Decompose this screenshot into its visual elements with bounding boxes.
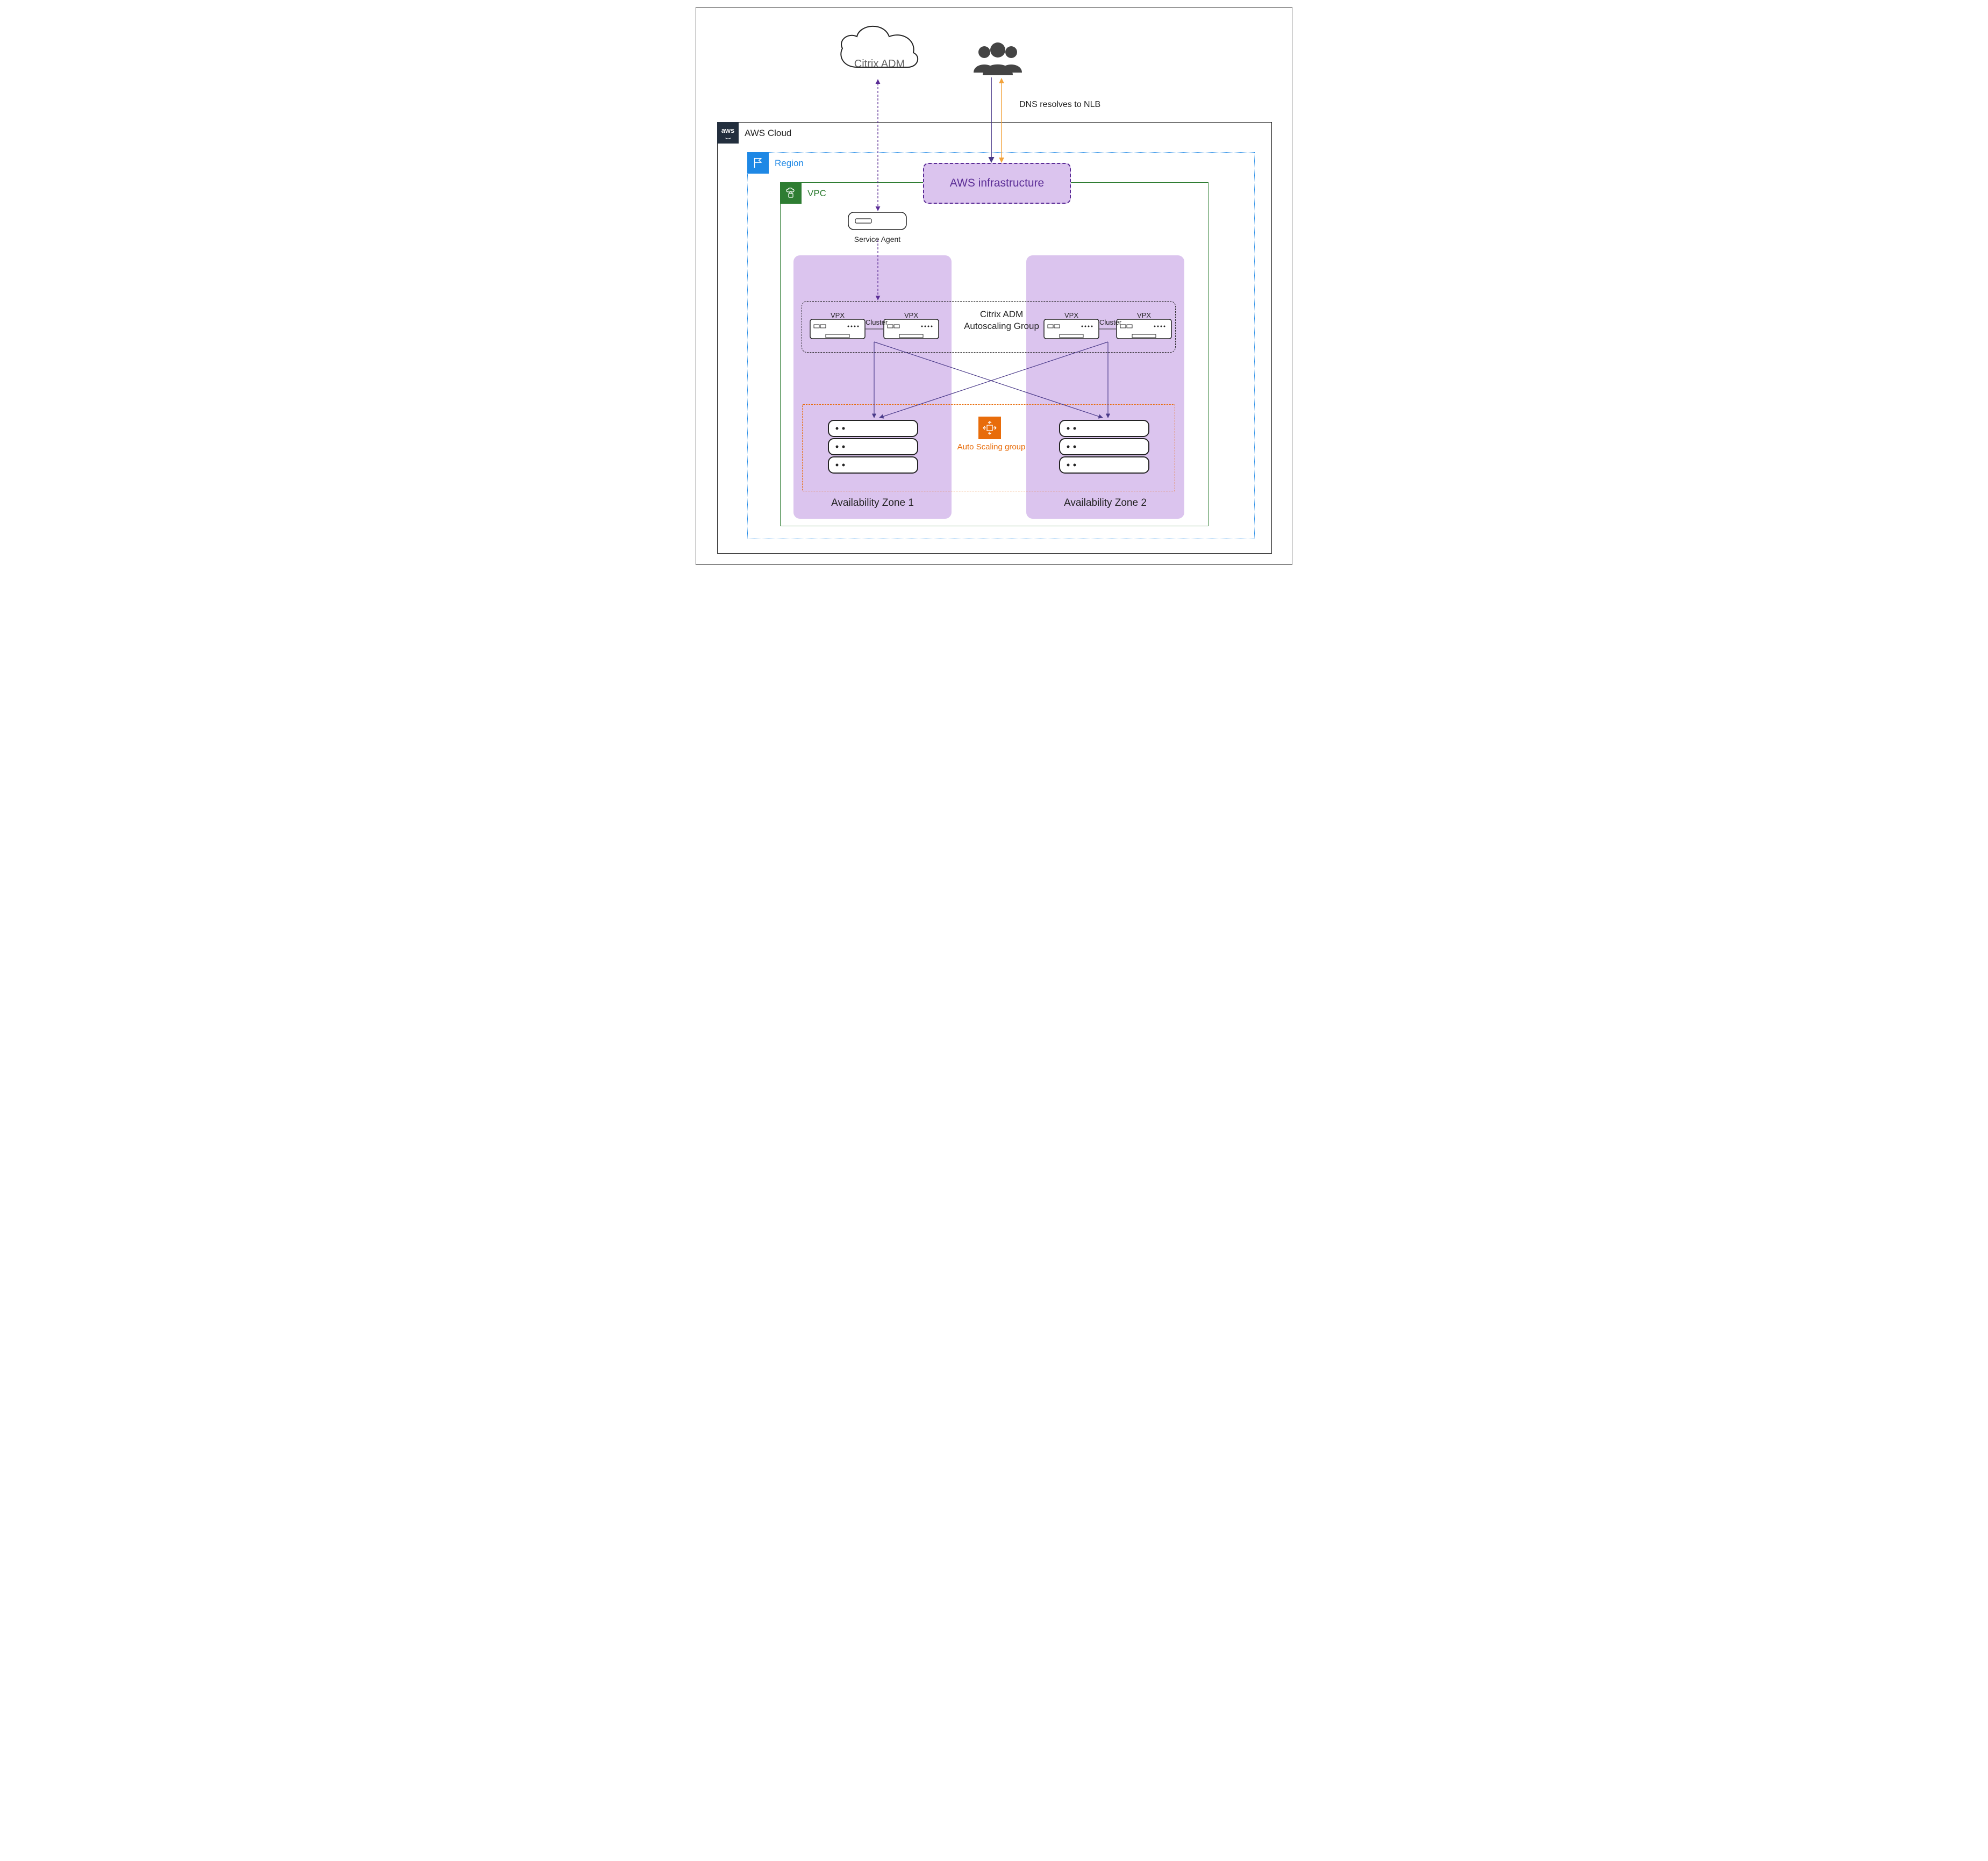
vpc-label: VPC: [807, 188, 826, 199]
cluster-1-label: Cluster: [866, 318, 888, 326]
server-stack-1: [827, 418, 919, 477]
vpx-2-label: VPX: [883, 311, 939, 319]
az1-label: Availability Zone 1: [793, 497, 952, 509]
diagram-canvas: Citrix ADM DNS resolves to NLB aws ⏝ AWS…: [689, 0, 1299, 572]
vpx-appliance-2: VPX: [883, 310, 939, 342]
aws-infrastructure-box: AWS infrastructure: [923, 163, 1071, 204]
server-stack-2: [1059, 418, 1150, 477]
region-label: Region: [775, 158, 804, 169]
cloud-label: Citrix ADM: [847, 58, 912, 70]
aws-cloud-label: AWS Cloud: [745, 128, 791, 139]
aws-infrastructure-label: AWS infrastructure: [950, 177, 1044, 190]
az2-label: Availability Zone 2: [1026, 497, 1184, 509]
aws-badge-icon: aws ⏝: [717, 122, 739, 144]
users-icon: [966, 40, 1030, 78]
auto-scaling-group-icon: [978, 417, 1001, 439]
vpx-1-label: VPX: [810, 311, 866, 319]
vpc-badge-icon: [780, 182, 802, 204]
dns-resolves-label: DNS resolves to NLB: [1019, 100, 1100, 110]
service-agent-label: Service Agent: [848, 235, 907, 244]
cluster-2-label: Cluster: [1099, 318, 1121, 326]
citrix-adm-autoscaling-group-label: Citrix ADM Autoscaling Group: [959, 309, 1045, 332]
vpx-appliance-4: VPX: [1116, 310, 1172, 342]
service-agent: Service Agent: [848, 212, 907, 244]
vpx-4-label: VPX: [1116, 311, 1172, 319]
cloud-icon: [833, 16, 924, 81]
auto-scaling-group-label: Auto Scaling group: [956, 442, 1027, 452]
region-badge-icon: [747, 152, 769, 174]
vpx-3-label: VPX: [1043, 311, 1099, 319]
vpx-appliance-3: VPX: [1043, 310, 1099, 342]
vpx-appliance-1: VPX: [810, 310, 866, 342]
